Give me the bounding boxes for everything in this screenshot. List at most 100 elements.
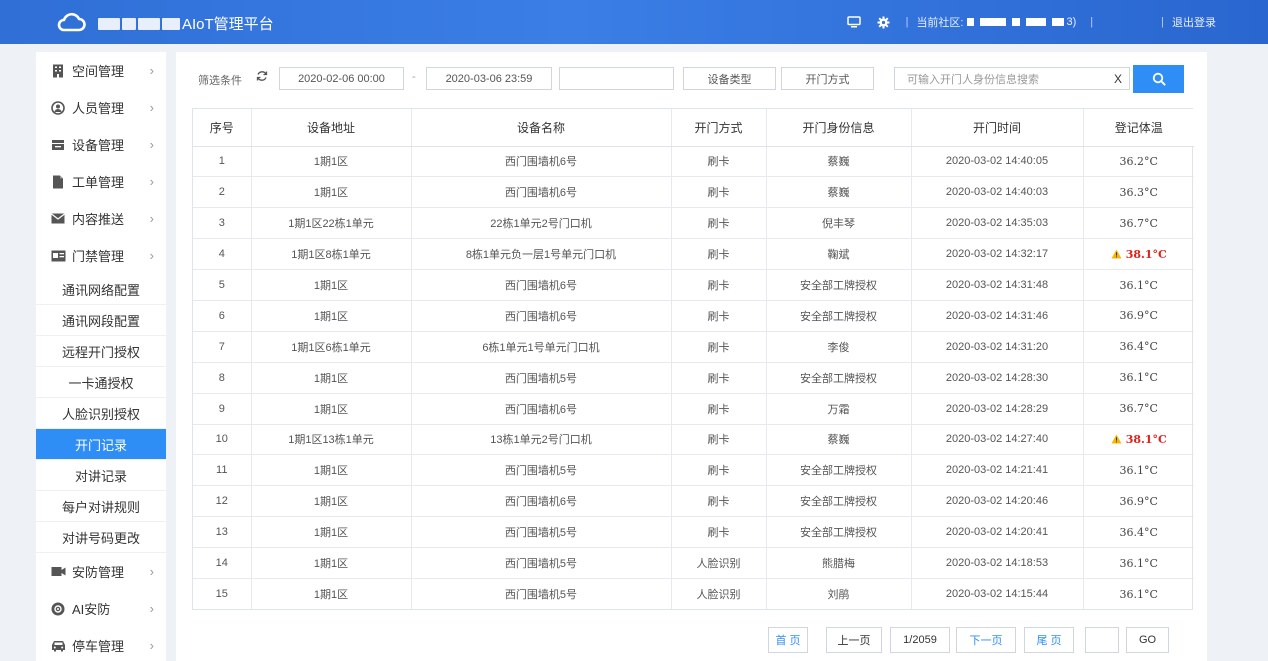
main-content: 筛选条件 2020-02-06 00:00 - 2020-03-06 23:59…: [176, 52, 1207, 661]
gear-icon[interactable]: [877, 16, 890, 29]
search-button[interactable]: [1133, 65, 1184, 93]
top-header: AIoT管理平台 | 当前社区: 3) | | 退出登录: [0, 0, 1268, 44]
cell-address: 1期1区: [251, 269, 412, 301]
sidebar-item-security[interactable]: 安防管理 ›: [36, 553, 166, 590]
cell-time: 2020-03-02 14:32:17: [911, 238, 1084, 271]
page-info: 1/2059: [890, 627, 950, 653]
temperature-value: 36.1°C: [1119, 371, 1158, 385]
sidebar-item-content[interactable]: 内容推送 ›: [36, 200, 166, 237]
open-method-select[interactable]: 开门方式: [781, 67, 874, 90]
sidebar-subitem[interactable]: 通讯网络配置: [36, 274, 166, 305]
device-type-select[interactable]: 设备类型: [683, 67, 776, 90]
sidebar-item-ai-security[interactable]: AI安防 ›: [36, 590, 166, 627]
temperature-value: 36.4°C: [1119, 525, 1158, 539]
cell-device: 西门围墙机6号: [411, 300, 672, 332]
cell-address: 1期1区: [251, 454, 412, 487]
next-page-button[interactable]: 下一页: [956, 627, 1016, 653]
last-page-button[interactable]: 尾 页: [1024, 627, 1074, 653]
table-header-row: 序号 设备地址 设备名称 开门方式 开门身份信息 开门时间 登记体温: [193, 109, 1194, 147]
sidebar-subitem[interactable]: 通讯网段配置: [36, 305, 166, 336]
table-row: 7 1期1区6栋1单元 6栋1单元1号单元门口机 刷卡 李俊 2020-03-02 14:…: [193, 331, 1194, 363]
cell-time: 2020-03-02 14:27:40: [911, 424, 1084, 456]
search-icon: [1152, 72, 1166, 86]
cell-temp: 36.1°C: [1083, 454, 1194, 487]
column-header: 序号: [193, 109, 252, 147]
divider: |: [905, 16, 909, 28]
logout-link[interactable]: 退出登录: [1172, 14, 1216, 30]
table-row: 13 1期1区 西门围墙机5号 刷卡 安全部工牌授权 2020-03-02 14:20:4…: [193, 516, 1194, 549]
device-icon: [50, 137, 66, 153]
sidebar-item-label: 门禁管理: [72, 249, 125, 264]
temperature-value: 36.7°C: [1119, 216, 1158, 230]
sidebar-item-label: 安防管理: [72, 565, 125, 580]
sidebar-subitem[interactable]: 对讲号码更改: [36, 522, 166, 553]
search-input[interactable]: 可输入开门人身份信息搜索: [894, 67, 1130, 90]
sidebar-item-workorder[interactable]: 工单管理 ›: [36, 163, 166, 200]
first-page-button[interactable]: 首 页: [768, 627, 808, 653]
cell-no: 7: [193, 331, 252, 363]
cell-address: 1期1区: [251, 578, 412, 610]
redacted-block: [122, 17, 136, 30]
sidebar-item-label: 空间管理: [72, 64, 125, 79]
redacted-block: [98, 17, 120, 30]
cell-address: 1期1区22栋1单元: [251, 207, 412, 240]
sidebar-item-device[interactable]: 设备管理 ›: [36, 126, 166, 163]
cell-method: 刷卡: [671, 393, 767, 425]
chevron-right-icon: ›: [149, 63, 154, 78]
extra-filter-input[interactable]: [559, 67, 674, 90]
table-row: 8 1期1区 西门围墙机5号 刷卡 安全部工牌授权 2020-03-02 14:28:30…: [193, 362, 1194, 394]
cell-no: 13: [193, 516, 252, 549]
cell-time: 2020-03-02 14:35:03: [911, 207, 1084, 240]
column-header: 设备地址: [251, 109, 412, 147]
temperature-value: 36.4°C: [1119, 340, 1158, 354]
sidebar-item-access[interactable]: 门禁管理 ›: [36, 237, 166, 274]
table-row: 9 1期1区 西门围墙机6号 刷卡 万霜 2020-03-02 14:28:29 36.7°…: [193, 393, 1194, 425]
divider: |: [1090, 16, 1094, 28]
start-time-input[interactable]: 2020-02-06 00:00: [279, 67, 404, 90]
camera-icon: [50, 564, 66, 580]
cell-time: 2020-03-02 14:28:29: [911, 393, 1084, 425]
sidebar-subitem[interactable]: 人脸识别授权: [36, 398, 166, 429]
sidebar-subitem-active[interactable]: 开门记录: [36, 429, 166, 460]
sidebar-subitem[interactable]: 对讲记录: [36, 460, 166, 491]
chevron-right-icon: ›: [149, 174, 154, 189]
cell-no: 11: [193, 454, 252, 487]
redacted-block: [138, 17, 160, 30]
refresh-icon[interactable]: [256, 70, 268, 85]
temperature-value: 36.9°C: [1119, 309, 1158, 323]
table-row: 6 1期1区 西门围墙机6号 刷卡 安全部工牌授权 2020-03-02 14:31:46…: [193, 300, 1194, 332]
cell-method: 刷卡: [671, 176, 767, 209]
cell-no: 10: [193, 424, 252, 456]
clear-search-button[interactable]: X: [1114, 72, 1122, 86]
sidebar-item-space[interactable]: 空间管理 ›: [36, 52, 166, 89]
sidebar-subitem[interactable]: 每户对讲规则: [36, 491, 166, 522]
cell-no: 3: [193, 207, 252, 240]
id-card-icon: [50, 248, 66, 264]
goto-page-input[interactable]: [1085, 627, 1119, 653]
go-button[interactable]: GO: [1126, 627, 1169, 653]
table-row: 10 1期1区13栋1单元 13栋1单元2号门口机 刷卡 蔡巍 2020-03-02 14…: [193, 424, 1194, 456]
cell-device: 西门围墙机6号: [411, 393, 672, 425]
cell-address: 1期1区8栋1单元: [251, 238, 412, 271]
cell-device: 西门围墙机5号: [411, 516, 672, 549]
cell-address: 1期1区: [251, 393, 412, 425]
community-suffix: 3): [1066, 16, 1077, 28]
cell-temp: 36.1°C: [1083, 578, 1194, 609]
chevron-right-icon: ›: [149, 248, 154, 263]
sidebar-item-label: 人员管理: [72, 101, 125, 116]
redacted-block: [1025, 18, 1046, 26]
temperature-value: 38.1°C: [1125, 247, 1167, 261]
cell-device: 22栋1单元2号门口机: [411, 207, 672, 240]
sidebar-item-personnel[interactable]: 人员管理 ›: [36, 89, 166, 126]
cell-address: 1期1区13栋1单元: [251, 424, 412, 456]
cell-identity: 安全部工牌授权: [766, 269, 912, 301]
cell-method: 刷卡: [671, 238, 767, 271]
redacted-block: [162, 17, 180, 30]
sidebar-subitem[interactable]: 一卡通授权: [36, 367, 166, 398]
end-time-input[interactable]: 2020-03-06 23:59: [426, 67, 552, 90]
sidebar-subitem[interactable]: 远程开门授权: [36, 336, 166, 367]
prev-page-button[interactable]: 上一页: [826, 627, 882, 653]
monitor-icon[interactable]: [846, 16, 861, 28]
cell-method: 刷卡: [671, 146, 767, 178]
sidebar-item-parking[interactable]: 停车管理 ›: [36, 627, 166, 661]
